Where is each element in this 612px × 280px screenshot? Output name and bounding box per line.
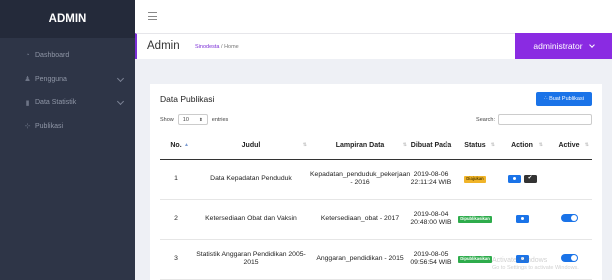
entries-value: 10 xyxy=(182,116,189,123)
table-header-row: No. ▲ Judul ⇅ Lampiran Data ⇅ Dibuat Pada ⇅ … xyxy=(160,133,592,160)
column-header-no[interactable]: No. ▲ xyxy=(160,133,192,160)
cell-active xyxy=(546,159,592,200)
sidebar-item-label: Pengguna xyxy=(35,75,67,83)
sort-icon: ⇅ xyxy=(402,142,407,148)
sidebar-item-data-statistik[interactable]: ▮ Data Statistik xyxy=(0,91,135,115)
sort-icon: ⇅ xyxy=(444,142,449,148)
cell-action xyxy=(498,239,546,280)
view-eye-icon[interactable] xyxy=(507,174,521,183)
sort-icon: ⇅ xyxy=(302,142,307,148)
chevron-down-icon xyxy=(588,41,595,48)
column-header-active[interactable]: Active ⇅ xyxy=(546,133,592,160)
sidebar-nav: ◔ Dashboard ♟ Pengguna ▮ Data Statistik … xyxy=(0,38,135,138)
show-label: Show xyxy=(160,116,174,123)
cell-no: 3 xyxy=(160,239,192,280)
table-row: 1 Data Kepadatan Penduduk Kepadatan_pend… xyxy=(160,159,592,200)
view-eye-icon[interactable] xyxy=(515,214,529,223)
entries-select[interactable]: 10 ⬍ xyxy=(177,114,208,125)
search-control: Search: xyxy=(476,114,592,125)
cell-lampiran[interactable]: Anggaran_pendidikan - 2015 xyxy=(310,239,410,280)
breadcrumb: Sinodesta / Home xyxy=(195,44,239,50)
sidebar-item-label: Publikasi xyxy=(35,122,64,130)
cell-no: 1 xyxy=(160,159,192,200)
column-header-dibuat[interactable]: Dibuat Pada ⇅ xyxy=(410,133,452,160)
add-publication-button[interactable]: ∴ Buat Publikasi xyxy=(536,92,592,106)
dashboard-icon: ◔ xyxy=(25,52,30,60)
sidebar: ADMIN ◔ Dashboard ♟ Pengguna ▮ Data Stat… xyxy=(0,0,135,280)
column-header-judul[interactable]: Judul ⇅ xyxy=(192,133,310,160)
breadcrumb-link[interactable]: Sinodesta xyxy=(195,44,219,50)
page-header: Admin Sinodesta / Home administrator xyxy=(135,33,612,59)
status-badge: Dipublikasikan xyxy=(457,256,493,263)
status-badge: Diajukan xyxy=(463,176,487,183)
user-menu-button[interactable]: administrator xyxy=(515,33,612,59)
cell-status: Dipublikasikan xyxy=(452,199,498,240)
sort-icon: ⇅ xyxy=(490,142,495,148)
cell-dibuat: 2019-08-04 20:48:00 WIB xyxy=(410,199,452,240)
breadcrumb-separator: / xyxy=(221,44,223,50)
sidebar-item-label: Dashboard xyxy=(35,52,70,60)
chevron-down-icon xyxy=(116,74,125,82)
sidebar-item-label: Data Statistik xyxy=(35,99,77,107)
cell-status: Dipublikasikan xyxy=(452,239,498,280)
users-icon: ♟ xyxy=(24,76,31,84)
search-input[interactable] xyxy=(498,114,592,125)
breadcrumb-current: Home xyxy=(224,44,239,50)
cell-judul: Data Kepadatan Penduduk xyxy=(192,159,310,200)
cell-no: 2 xyxy=(160,199,192,240)
table-row: 3 Statistik Anggaran Pendidikan 2005-201… xyxy=(160,239,592,280)
sort-icon: ⇅ xyxy=(538,142,543,148)
sort-icon: ⇅ xyxy=(584,142,589,148)
status-badge: Dipublikasikan xyxy=(457,216,493,223)
chevron-updown-icon: ⬍ xyxy=(198,116,203,122)
topbar xyxy=(135,0,612,33)
view-eye-icon[interactable] xyxy=(515,254,529,263)
entries-label: entries xyxy=(211,116,229,123)
cell-action: ✔ xyxy=(498,159,546,200)
cell-dibuat: 2019-08-05 09:56:54 WIB xyxy=(410,239,452,280)
search-label: Search: xyxy=(476,116,495,123)
cell-active xyxy=(546,199,592,240)
cell-judul: Ketersediaan Obat dan Vaksin xyxy=(192,199,310,240)
cell-active xyxy=(546,239,592,280)
column-header-status[interactable]: Status ⇅ xyxy=(452,133,498,160)
table-row: 2 Ketersediaan Obat dan Vaksin Ketersedi… xyxy=(160,199,592,240)
publication-card: Data Publikasi ∴ Buat Publikasi Show 10 … xyxy=(150,84,602,280)
cell-judul: Statistik Anggaran Pendidikan 2005-2015 xyxy=(192,239,310,280)
publication-icon: ⊹ xyxy=(24,123,31,131)
hamburger-icon[interactable] xyxy=(148,12,157,20)
column-header-action[interactable]: Action ⇅ xyxy=(498,133,546,160)
entries-control: Show 10 ⬍ entries xyxy=(160,114,228,125)
sidebar-item-publikasi[interactable]: ⊹ Publikasi xyxy=(0,115,135,139)
cell-lampiran[interactable]: Ketersediaan_obat - 2017 xyxy=(310,199,410,240)
cell-dibuat: 2019-08-06 22:11:24 WIB xyxy=(410,159,452,200)
active-toggle[interactable] xyxy=(560,253,578,262)
publication-table: No. ▲ Judul ⇅ Lampiran Data ⇅ Dibuat Pada ⇅ … xyxy=(160,133,592,280)
cell-status: Diajukan xyxy=(452,159,498,200)
brand-logo[interactable]: ADMIN xyxy=(0,0,135,38)
approve-check-icon[interactable]: ✔ xyxy=(523,174,537,183)
sidebar-item-pengguna[interactable]: ♟ Pengguna xyxy=(0,68,135,92)
bar-chart-icon: ▮ xyxy=(25,99,30,107)
cell-action xyxy=(498,199,546,240)
column-header-lampiran[interactable]: Lampiran Data ⇅ xyxy=(310,133,410,160)
user-name: administrator xyxy=(533,41,583,51)
page-title: Admin xyxy=(147,40,180,52)
chevron-down-icon xyxy=(116,97,125,106)
sidebar-item-dashboard[interactable]: ◔ Dashboard xyxy=(0,44,135,68)
active-toggle[interactable] xyxy=(560,213,578,222)
card-title: Data Publikasi xyxy=(160,94,215,104)
sort-asc-icon: ▲ xyxy=(184,142,189,148)
cell-lampiran[interactable]: Kepadatan_penduduk_pekerjaan - 2016 xyxy=(310,159,410,200)
